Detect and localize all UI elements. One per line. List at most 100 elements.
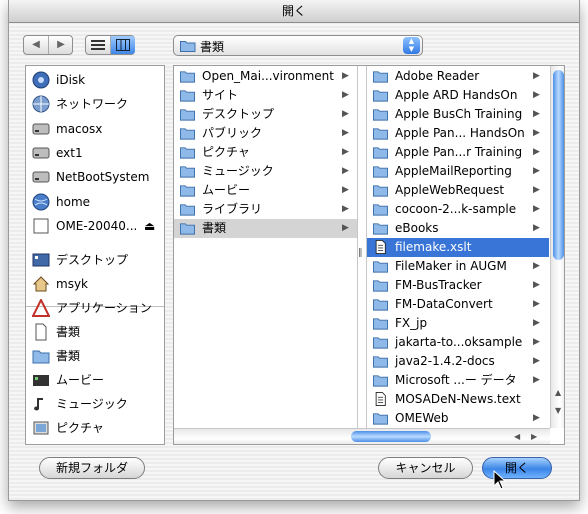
disclosure-arrow-icon: ▶	[533, 261, 540, 271]
folder-row[interactable]: Adobe Reader ▶	[367, 67, 549, 86]
scroll-right-icon[interactable]: ▶	[531, 432, 537, 441]
folder-icon	[373, 223, 388, 235]
back-forward-control: ◀ ▶	[23, 35, 73, 55]
browser-row[interactable]: ミュージック ▶	[174, 162, 357, 181]
disclosure-arrow-icon: ▶	[533, 413, 540, 423]
disclosure-arrow-icon: ▶	[342, 147, 349, 157]
folder-row[interactable]: jakarta-to...oksample ▶	[367, 333, 549, 352]
row-label: ライブラリ	[202, 202, 263, 216]
folder-icon	[373, 128, 388, 140]
folder-icon	[373, 185, 388, 197]
folder-row[interactable]: FileMaker in AUGM ▶	[367, 257, 549, 276]
sidebar-place-item[interactable]: msyk	[32, 273, 162, 295]
horizontal-scroll-thumb[interactable]	[351, 431, 431, 442]
column-resize-handle[interactable]: ‖	[358, 248, 363, 258]
sidebar-place-item[interactable]: デスクトップ	[32, 249, 162, 271]
view-mode-control	[85, 35, 135, 55]
folder-row[interactable]: cocoon-2...k-sample ▶	[367, 200, 549, 219]
disclosure-arrow-icon: ▶	[533, 90, 540, 100]
folder-icon	[373, 90, 388, 102]
horizontal-scrollbar[interactable]: ◀ ▶	[174, 428, 550, 444]
sidebar-item-label: OME-20040...	[56, 218, 138, 233]
sidebar-place-item[interactable]: ムービー	[32, 369, 162, 391]
sidebar-device-item[interactable]: iDisk	[32, 69, 162, 91]
sidebar-item-label: 書類	[56, 349, 81, 363]
browser-row[interactable]: Open_Mai...vironment ▶	[174, 67, 357, 86]
folder-row[interactable]: FX_jp ▶	[367, 314, 549, 333]
sidebar-item-label: ピクチャ	[56, 421, 104, 435]
sidebar-device-item[interactable]: macosx	[32, 118, 162, 140]
folder-row[interactable]: Microsoft ...ー データ ▶	[367, 371, 549, 390]
folder-row[interactable]: Apple BusCh Training ▶	[367, 105, 549, 124]
folder-row[interactable]: Apple Pan...r Training ▶	[367, 143, 549, 162]
browser-row[interactable]: ムービー ▶	[174, 181, 357, 200]
sidebar-item-label: NetBootSystem	[56, 170, 150, 185]
folder-icon	[373, 109, 388, 121]
disclosure-arrow-icon: ▶	[533, 185, 540, 195]
harddisk-icon	[32, 123, 50, 135]
folder-icon	[373, 413, 388, 425]
folder-icon	[373, 71, 388, 83]
folder-row[interactable]: Apple ARD HandsOn ▶	[367, 86, 549, 105]
column-view-icon[interactable]	[111, 36, 135, 54]
row-label: サイト	[202, 88, 239, 102]
sidebar-place-item[interactable]: 書類	[32, 321, 162, 343]
sidebar-device-item[interactable]: NetBootSystem	[32, 166, 162, 188]
scroll-down-icon[interactable]: ▼	[555, 406, 561, 415]
browser-row[interactable]: ライブラリ ▶	[174, 200, 357, 219]
folder-row[interactable]: AppleWebRequest ▶	[367, 181, 549, 200]
sidebar-place-item[interactable]: ピクチャ	[32, 417, 162, 439]
location-popup[interactable]: 書類 ▲ ▼	[173, 35, 423, 56]
harddisk-icon	[32, 171, 50, 183]
idisk-icon	[32, 71, 50, 89]
row-label: FM-DataConvert	[395, 297, 493, 311]
browser-row[interactable]: パブリック ▶	[174, 124, 357, 143]
disclosure-arrow-icon: ▶	[342, 71, 349, 81]
sidebar-device-item[interactable]: home	[32, 191, 162, 213]
back-arrow-icon[interactable]: ◀	[24, 36, 49, 54]
sidebar-place-item[interactable]: 書類	[32, 345, 162, 367]
applications-icon	[32, 299, 50, 317]
row-label: MOSADeN-News.text	[395, 392, 521, 406]
eject-icon[interactable]: ⏏	[144, 215, 155, 237]
folder-icon	[180, 166, 195, 178]
vertical-scroll-thumb[interactable]	[553, 70, 564, 260]
scroll-up-icon[interactable]: ▲	[555, 388, 561, 397]
folder-row[interactable]: java2-1.4.2-docs ▶	[367, 352, 549, 371]
sidebar-device-item[interactable]: ネットワーク	[32, 93, 162, 115]
row-label: Apple ARD HandsOn	[395, 88, 518, 102]
forward-arrow-icon[interactable]: ▶	[49, 36, 73, 54]
scroll-left-icon[interactable]: ◀	[514, 432, 520, 441]
music-icon	[34, 398, 43, 411]
sidebar-place-item[interactable]: アプリケーション	[32, 297, 162, 319]
folder-row[interactable]: OMEWeb ▶	[367, 409, 549, 428]
folder-icon	[373, 318, 388, 330]
sidebar-device-item[interactable]: OME-20040... ⏏	[32, 215, 162, 237]
browser-row[interactable]: デスクトップ ▶	[174, 105, 357, 124]
row-label: FM-BusTracker	[395, 278, 482, 292]
vertical-scrollbar[interactable]: ▲ ▼	[550, 66, 564, 428]
sidebar-device-item[interactable]: ext1	[32, 142, 162, 164]
folder-row[interactable]: FM-DataConvert ▶	[367, 295, 549, 314]
folder-icon	[180, 223, 195, 235]
row-label: Microsoft ...ー データ	[395, 373, 517, 387]
folder-icon	[180, 109, 195, 121]
new-folder-button[interactable]: 新規フォルダ	[39, 457, 145, 479]
sidebar-place-item[interactable]: ミュージック	[32, 393, 162, 415]
disclosure-arrow-icon: ▶	[533, 223, 540, 233]
folder-row[interactable]: FM-BusTracker ▶	[367, 276, 549, 295]
disclosure-arrow-icon: ▶	[533, 128, 540, 138]
browser-row[interactable]: サイト ▶	[174, 86, 357, 105]
browser-row[interactable]: 書類 ▶	[174, 219, 357, 238]
folder-row[interactable]: AppleMailReporting ▶	[367, 162, 549, 181]
folder-row[interactable]: Apple Pan... HandsOn ▶	[367, 124, 549, 143]
browser-row[interactable]: ピクチャ ▶	[174, 143, 357, 162]
cancel-button[interactable]: キャンセル	[378, 457, 473, 479]
disclosure-arrow-icon: ▶	[533, 299, 540, 309]
file-row[interactable]: filemake.xslt	[367, 238, 549, 257]
folder-row[interactable]: eBooks ▶	[367, 219, 549, 238]
list-view-icon[interactable]	[86, 36, 111, 54]
sidebar-item-label: iDisk	[56, 73, 86, 87]
window-title: 開く	[281, 4, 306, 18]
file-row[interactable]: MOSADeN-News.text	[367, 390, 549, 409]
